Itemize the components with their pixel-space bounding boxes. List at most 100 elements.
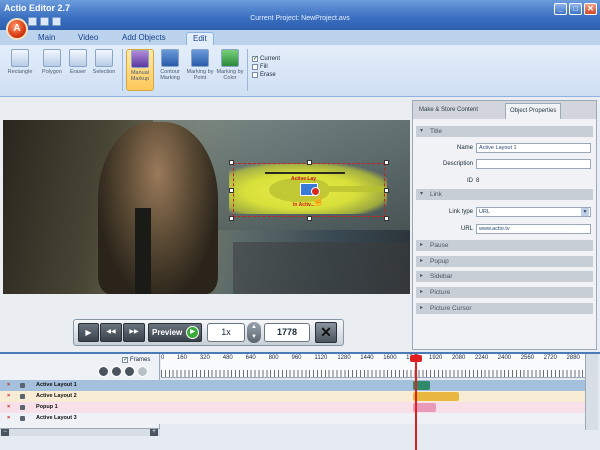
rewind-button[interactable]: ◀◀ bbox=[100, 323, 122, 342]
visibility-toggle-icon[interactable]: × bbox=[7, 402, 10, 413]
option-erase[interactable]: Erase bbox=[252, 71, 280, 79]
frame-ruler[interactable]: 0160320480640800960112012801440160017601… bbox=[161, 354, 585, 378]
tab-object-properties[interactable]: Object Properties bbox=[505, 103, 562, 119]
resize-handle[interactable] bbox=[307, 160, 312, 165]
resize-handle[interactable] bbox=[229, 160, 234, 165]
url-field[interactable]: www.actio.tv bbox=[476, 224, 591, 234]
layer-row[interactable]: × Active Layout 3 bbox=[0, 413, 585, 424]
tab-main[interactable]: Main bbox=[32, 32, 61, 45]
tab-make-store-content[interactable]: Make & Store Content bbox=[415, 103, 482, 119]
marking-by-point-button[interactable]: Marking by Point bbox=[186, 49, 214, 81]
fast-forward-button[interactable]: ▶▶ bbox=[123, 323, 145, 342]
selection-icon bbox=[95, 49, 113, 67]
layer-row[interactable]: × Active Layout 1 bbox=[0, 380, 585, 391]
section-sidebar-header[interactable]: ▸ Sidebar bbox=[416, 271, 593, 282]
resize-handle[interactable] bbox=[229, 188, 234, 193]
visibility-toggle-icon[interactable]: × bbox=[7, 380, 10, 391]
horizontal-scrollbar[interactable]: − + bbox=[0, 428, 160, 436]
tab-video[interactable]: Video bbox=[72, 32, 104, 45]
section-picture-header[interactable]: ▸ Picture bbox=[416, 287, 593, 298]
ribbon-panel: Rectangle Polygon Eraser Selection Manua… bbox=[0, 45, 600, 97]
checkbox-erase[interactable] bbox=[252, 72, 258, 78]
id-value: 8 bbox=[476, 178, 480, 184]
spin-up-icon[interactable]: ▲ bbox=[247, 322, 261, 332]
visibility-toggle-icon[interactable]: × bbox=[7, 391, 10, 402]
marker-dot-icon[interactable] bbox=[311, 187, 320, 196]
playhead[interactable] bbox=[414, 354, 417, 450]
layer-row[interactable]: × Popup 1 bbox=[0, 402, 585, 413]
app-menu-orb[interactable]: A bbox=[6, 18, 28, 40]
section-popup-header[interactable]: ▸ Popup bbox=[416, 256, 593, 267]
selection-tool-button[interactable]: Selection bbox=[90, 49, 118, 75]
preview-button[interactable]: Preview ▶ bbox=[148, 323, 202, 342]
resize-handle[interactable] bbox=[229, 216, 234, 221]
minimize-button[interactable]: _ bbox=[554, 3, 567, 15]
layer-tools bbox=[98, 366, 148, 377]
ruler-label: 1120 bbox=[314, 355, 328, 361]
marking-options: ✓ Current Fill Erase bbox=[252, 55, 280, 79]
tab-edit[interactable]: Edit bbox=[186, 32, 214, 45]
rectangle-tool-button[interactable]: Rectangle bbox=[6, 49, 34, 75]
eraser-tool-button[interactable]: Eraser bbox=[64, 49, 92, 75]
section-link-header[interactable]: ▾ Link bbox=[416, 189, 593, 200]
option-current[interactable]: ✓ Current bbox=[252, 55, 280, 63]
section-title-header[interactable]: ▾ Title bbox=[416, 126, 593, 137]
name-field[interactable]: Active Layout 1 bbox=[476, 143, 591, 153]
url-label: URL bbox=[460, 226, 473, 232]
layer-span-bar[interactable] bbox=[413, 392, 459, 401]
chevron-down-icon[interactable]: ▼ bbox=[581, 208, 589, 216]
resize-handle[interactable] bbox=[384, 188, 389, 193]
layer-track[interactable] bbox=[161, 391, 585, 402]
stop-button[interactable]: ✕ bbox=[315, 322, 337, 343]
description-row: Description bbox=[416, 158, 593, 171]
play-button[interactable]: ▶ bbox=[78, 323, 99, 342]
resize-handle[interactable] bbox=[307, 216, 312, 221]
polygon-tool-button[interactable]: Polygon bbox=[38, 49, 66, 75]
scroll-left-icon[interactable]: − bbox=[1, 429, 9, 436]
frames-toggle[interactable]: ✓ Frames bbox=[122, 357, 150, 363]
properties-tabs: Make & Store Content Object Properties bbox=[413, 101, 596, 119]
option-fill[interactable]: Fill bbox=[252, 63, 280, 71]
lock-icon[interactable] bbox=[20, 383, 25, 388]
resize-handle[interactable] bbox=[384, 216, 389, 221]
ruler-label: 320 bbox=[199, 355, 210, 361]
description-field[interactable] bbox=[476, 159, 591, 169]
ruler-label: 1600 bbox=[383, 355, 397, 361]
checkbox-current[interactable]: ✓ bbox=[252, 56, 258, 62]
marking-by-color-button[interactable]: Marking by Color bbox=[216, 49, 244, 81]
refresh-icon[interactable] bbox=[98, 366, 109, 377]
lock-icon[interactable] bbox=[20, 405, 25, 410]
layer-track[interactable] bbox=[161, 402, 585, 413]
spin-down-icon[interactable]: ▼ bbox=[247, 332, 261, 342]
checkbox-fill[interactable] bbox=[252, 64, 258, 70]
visibility-toggle-icon[interactable]: × bbox=[7, 413, 10, 424]
maximize-button[interactable]: □ bbox=[569, 3, 582, 15]
close-button[interactable]: ✕ bbox=[584, 3, 597, 15]
ribbon-tabs: Main Video Add Objects Edit bbox=[0, 30, 600, 45]
checkbox-frames[interactable]: ✓ bbox=[122, 357, 128, 363]
playhead-handle[interactable] bbox=[409, 355, 422, 362]
contour-marking-button[interactable]: Contour Marking bbox=[156, 49, 184, 81]
lock-icon[interactable] bbox=[20, 416, 25, 421]
loop-icon[interactable] bbox=[111, 366, 122, 377]
manual-markup-button[interactable]: Manual Markup bbox=[126, 49, 154, 91]
project-title: Current Project: NewProject.avs bbox=[250, 15, 350, 22]
speed-spinner[interactable]: ▲ ▼ bbox=[247, 322, 261, 343]
pause-icon[interactable] bbox=[124, 366, 135, 377]
vertical-scrollbar[interactable] bbox=[585, 354, 598, 430]
resize-handle[interactable] bbox=[384, 160, 389, 165]
layer-row[interactable]: × Active Layout 2 bbox=[0, 391, 585, 402]
layer-track[interactable] bbox=[161, 413, 585, 424]
section-pause-header[interactable]: ▸ Pause bbox=[416, 240, 593, 251]
delete-icon[interactable] bbox=[137, 366, 148, 377]
link-type-row: Link type URL ▼ bbox=[416, 206, 593, 219]
tab-add-objects[interactable]: Add Objects bbox=[116, 32, 172, 45]
link-type-select[interactable]: URL ▼ bbox=[476, 207, 591, 217]
name-label: Name bbox=[456, 145, 473, 151]
scroll-right-icon[interactable]: + bbox=[150, 429, 158, 436]
lock-icon[interactable] bbox=[20, 394, 25, 399]
ruler-label: 2400 bbox=[497, 355, 512, 361]
expand-arrow-icon: ▸ bbox=[420, 242, 424, 248]
layer-track[interactable] bbox=[161, 380, 585, 391]
section-picture-cursor-header[interactable]: ▸ Picture Cursor bbox=[416, 303, 593, 314]
